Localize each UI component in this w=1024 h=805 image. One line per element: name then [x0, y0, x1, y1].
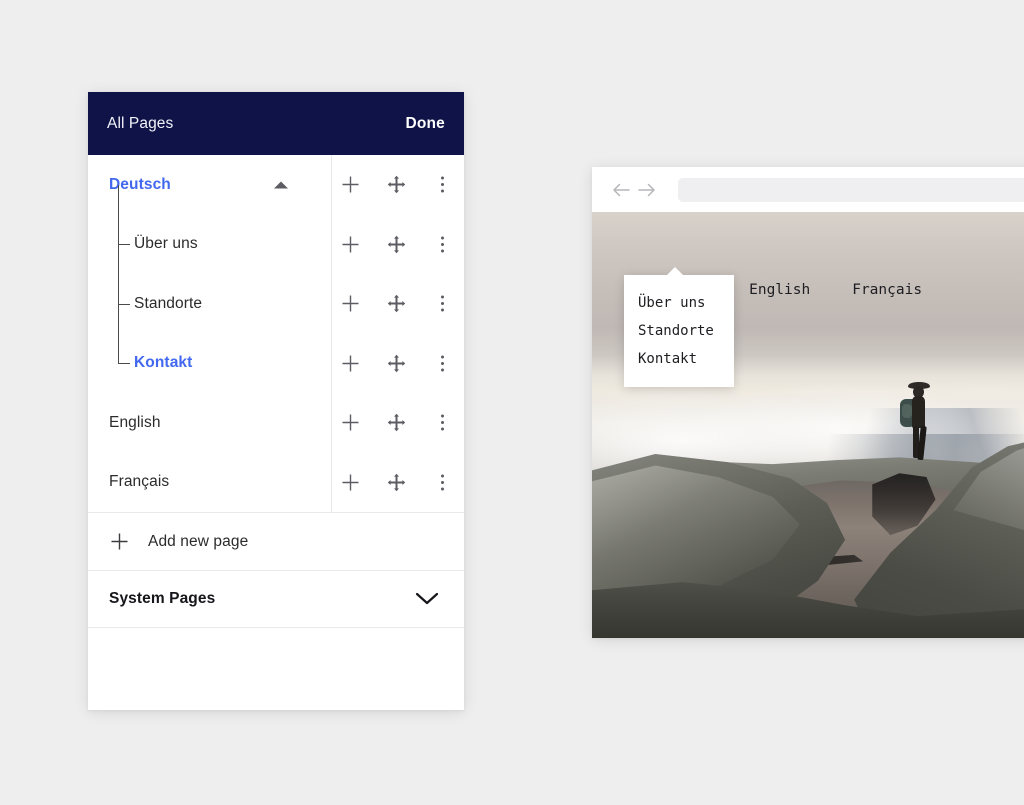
done-button[interactable]: Done [405, 115, 445, 133]
add-new-page-button[interactable]: Add new page [88, 512, 464, 570]
more-vertical-icon[interactable] [420, 354, 464, 373]
chevron-down-icon[interactable] [415, 592, 439, 606]
photo-hiker-figure [897, 382, 941, 462]
page-name: English [109, 413, 161, 431]
nav-item-francais[interactable]: Français [852, 282, 922, 298]
move-icon[interactable] [374, 294, 418, 313]
add-new-page-label: Add new page [148, 532, 249, 550]
arrow-left-icon[interactable] [608, 177, 634, 203]
page-row[interactable]: English [88, 393, 464, 453]
page-list: Deutsch Über uns Standorte Kontakt Engli… [88, 155, 464, 512]
page-row-label-cell[interactable]: Kontakt [88, 333, 312, 394]
page-row-label-cell[interactable]: Deutsch [88, 155, 312, 215]
caret-up-icon[interactable] [274, 181, 288, 189]
page-row-label-cell[interactable]: Français [88, 453, 312, 513]
page-name: Français [109, 473, 170, 491]
page-row[interactable]: Über uns [88, 184, 464, 275]
panel-header: All Pages Done [88, 92, 464, 155]
plus-icon [109, 531, 130, 552]
dropdown-item-standorte[interactable]: Standorte [624, 317, 734, 345]
page-row[interactable]: Kontakt [88, 333, 464, 394]
page-row[interactable]: Français [88, 453, 464, 513]
nav-dropdown-menu: Über uns Standorte Kontakt [624, 267, 734, 387]
plus-icon[interactable] [328, 174, 372, 195]
more-vertical-icon[interactable] [420, 294, 464, 313]
page-name: Über uns [134, 235, 198, 253]
page-row-actions [312, 393, 464, 453]
page-row[interactable]: Deutsch [88, 155, 464, 215]
page-row-label-cell[interactable]: English [88, 393, 312, 453]
dropdown-item-uber-uns[interactable]: Über uns [624, 289, 734, 317]
nav-item-english[interactable]: English [749, 282, 810, 298]
more-vertical-icon[interactable] [420, 473, 464, 492]
nav-item-label: English [749, 282, 811, 298]
page-row-actions [312, 334, 464, 394]
move-icon[interactable] [374, 175, 418, 194]
browser-chrome [592, 167, 1024, 212]
page-row-actions [312, 155, 464, 215]
page-row-label-cell[interactable]: Standorte [88, 274, 312, 334]
page-title: All Pages [107, 114, 174, 132]
plus-icon[interactable] [328, 234, 372, 255]
page-row-actions [312, 453, 464, 513]
browser-preview-panel: Deutsch English Français [592, 167, 1024, 638]
page-name: Standorte [134, 294, 203, 312]
tree-connector-line [118, 184, 119, 274]
tree-connector-stub [118, 363, 130, 365]
move-icon[interactable] [374, 473, 418, 492]
page-row-label-cell[interactable]: Über uns [88, 184, 312, 274]
tree-connector-stub [118, 244, 130, 246]
more-vertical-icon[interactable] [420, 413, 464, 432]
hiker-torso [912, 396, 926, 429]
move-icon[interactable] [374, 235, 418, 254]
more-vertical-icon[interactable] [420, 175, 464, 194]
plus-icon[interactable] [328, 472, 372, 493]
system-pages-label: System Pages [109, 590, 216, 607]
plus-icon[interactable] [328, 353, 372, 374]
tree-connector-line [118, 333, 119, 364]
page-row-actions [312, 274, 464, 334]
more-vertical-icon[interactable] [420, 235, 464, 254]
dropdown-pointer-arrow [666, 267, 684, 276]
nav-item-label: Français [852, 282, 923, 298]
page-row[interactable]: Standorte [88, 274, 464, 334]
page-name: Deutsch [109, 175, 171, 193]
url-input[interactable] [678, 177, 1024, 202]
plus-icon[interactable] [328, 412, 372, 433]
all-pages-panel: All Pages Done Deutsch Über uns Standort… [88, 92, 464, 710]
page-row-actions [312, 215, 464, 275]
tree-connector-stub [118, 303, 130, 305]
move-icon[interactable] [374, 354, 418, 373]
arrow-right-icon[interactable] [634, 177, 660, 203]
move-icon[interactable] [374, 413, 418, 432]
plus-icon[interactable] [328, 293, 372, 314]
page-name: Kontakt [134, 354, 193, 372]
system-pages-section[interactable]: System Pages [88, 570, 464, 628]
dropdown-item-kontakt[interactable]: Kontakt [624, 345, 734, 373]
hiker-backpack-highlight [902, 404, 913, 419]
